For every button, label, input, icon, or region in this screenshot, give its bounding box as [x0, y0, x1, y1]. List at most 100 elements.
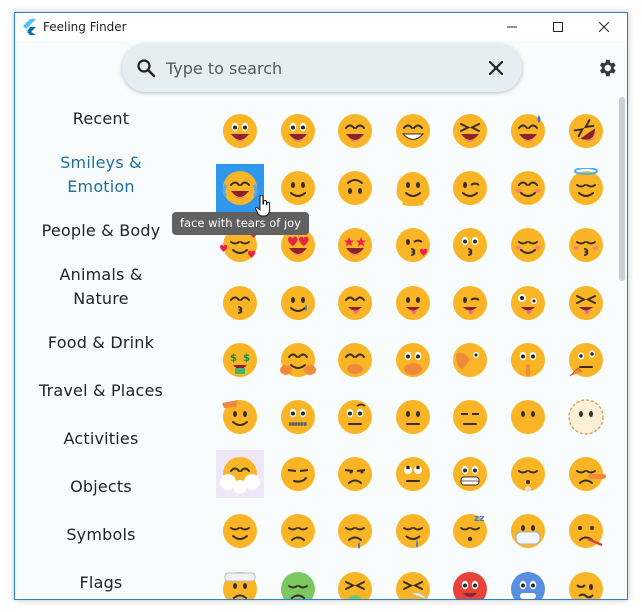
emoji-zany-face[interactable] [504, 279, 552, 327]
emoji-shushing-face[interactable] [504, 336, 552, 384]
emoji-smirking-face[interactable] [274, 450, 322, 498]
smirking-face-icon [280, 457, 315, 492]
emoji-dotted-line-face[interactable] [562, 393, 610, 441]
emoji-face-with-rolling-eyes[interactable] [389, 450, 437, 498]
emoji-woozy-face[interactable] [562, 565, 610, 599]
emoji-winking-face[interactable] [446, 164, 494, 212]
emoji-kissing-face-closed-eyes[interactable] [562, 221, 610, 269]
nauseated-face-icon [280, 571, 315, 599]
expressionless-face-icon [453, 400, 488, 434]
emoji-face-without-mouth[interactable] [504, 393, 552, 441]
category-food-drink[interactable]: Food & Drink [15, 331, 187, 355]
emoji-face-with-head-bandage[interactable] [216, 565, 264, 599]
minimize-icon [507, 26, 517, 28]
emoji-face-with-hand-over-mouth[interactable] [331, 336, 379, 384]
svg-text:$: $ [243, 353, 250, 364]
emoji-face-savoring-food[interactable] [331, 279, 379, 327]
category-symbols[interactable]: Symbols [15, 523, 187, 547]
emoji-smiling-face-open-hands[interactable] [274, 336, 322, 384]
category-flags[interactable]: Flags [15, 571, 187, 595]
emoji-lying-face[interactable] [562, 450, 610, 498]
grimacing-face-icon [453, 457, 488, 492]
emoji-star-struck[interactable] [331, 221, 379, 269]
category-animals-nature[interactable]: Animals & Nature [15, 263, 187, 311]
face-without-mouth-icon [511, 400, 545, 434]
emoji-pensive-face[interactable] [274, 507, 322, 555]
emoji-relieved-face[interactable] [216, 507, 264, 555]
emoji-expressionless-face[interactable] [446, 393, 494, 441]
sneezing-face-icon [395, 571, 430, 599]
search-input[interactable] [166, 53, 476, 83]
emoji-winking-face-with-tongue[interactable] [446, 279, 494, 327]
emoji-smiling-face-smiling-eyes[interactable] [504, 164, 552, 212]
shushing-face-icon [511, 342, 545, 377]
emoji-kissing-face-smiling-eyes[interactable] [216, 279, 264, 327]
emoji-neutral-face[interactable] [389, 393, 437, 441]
emoji-smiling-face[interactable] [504, 221, 552, 269]
category-smileys-emotion[interactable]: Smileys & Emotion [15, 151, 187, 199]
emoji-grinning-face-smiling-eyes[interactable] [331, 107, 379, 155]
woozy-face-icon [568, 571, 603, 599]
emoji-sleepy-face[interactable] [331, 507, 379, 555]
emoji-cold-face[interactable] [504, 565, 552, 599]
emoji-face-with-medical-mask[interactable] [504, 507, 552, 555]
emoji-grinning-squinting-face[interactable] [446, 107, 494, 155]
smiling-face-open-hands-icon [279, 342, 316, 377]
emoji-face-exhaling[interactable] [504, 450, 552, 498]
emoji-unamused-face[interactable] [331, 450, 379, 498]
emoji-drooling-face[interactable] [389, 507, 437, 555]
clear-search-button[interactable] [476, 48, 516, 88]
dotted-line-face-icon [567, 399, 604, 435]
emoji-face-in-clouds[interactable] [216, 450, 264, 499]
settings-button[interactable] [593, 54, 621, 82]
emoji-face-with-peeking-eye[interactable] [446, 336, 494, 384]
emoji-upside-down-face[interactable] [331, 164, 379, 212]
emoji-face-open-eyes-hand-over-mouth[interactable] [389, 336, 437, 384]
gear-icon [599, 59, 616, 77]
emoji-nauseated-face[interactable] [274, 565, 322, 599]
scrollbar-thumb[interactable] [619, 97, 625, 281]
hand-cursor-icon [255, 195, 271, 217]
close-window-button[interactable] [581, 13, 627, 41]
emoji-beaming-face[interactable] [389, 107, 437, 155]
category-people-body[interactable]: People & Body [15, 219, 187, 243]
emoji-squinting-face-with-tongue[interactable] [562, 279, 610, 327]
emoji-face-with-tongue[interactable] [389, 279, 437, 327]
face-savoring-food-icon [338, 285, 373, 320]
emoji-face-with-thermometer[interactable] [562, 507, 610, 555]
emoji-slightly-smiling-face[interactable] [274, 164, 322, 212]
maximize-button[interactable] [535, 13, 581, 41]
emoji-saluting-face[interactable] [216, 393, 264, 441]
face-with-hand-over-mouth-icon [338, 342, 373, 377]
saluting-face-icon [222, 400, 257, 434]
smiling-face-smiling-eyes-icon [511, 171, 545, 206]
emoji-face-blowing-a-kiss[interactable] [389, 221, 437, 269]
unamused-face-icon [338, 457, 373, 492]
emoji-grinning-face[interactable] [216, 107, 264, 155]
emoji-sleeping-face[interactable]: zz [446, 507, 494, 555]
emoji-grinning-face-sweat[interactable] [504, 107, 552, 155]
emoji-melting-face[interactable] [389, 164, 437, 212]
emoji-rolling-on-the-floor-laughing[interactable] [562, 107, 610, 155]
minimize-button[interactable] [489, 13, 535, 41]
category-sidebar: Recent Smileys & Emotion People & Body A… [15, 97, 187, 599]
emoji-grinning-face-big-eyes[interactable] [274, 107, 322, 155]
kissing-face-icon [453, 228, 488, 263]
emoji-grimacing-face[interactable] [446, 450, 494, 498]
emoji-thinking-face[interactable] [562, 336, 610, 384]
emoji-smiling-face-with-halo[interactable] [562, 164, 610, 212]
category-objects[interactable]: Objects [15, 475, 187, 499]
emoji-money-mouth-face[interactable]: $ $ [216, 336, 264, 384]
emoji-hot-face[interactable] [446, 565, 494, 599]
emoji-zipper-mouth-face[interactable] [274, 393, 322, 441]
emoji-kissing-face[interactable] [446, 221, 494, 269]
relieved-face-icon [223, 514, 257, 549]
emoji-face-raised-eyebrow[interactable] [331, 393, 379, 441]
category-activities[interactable]: Activities [15, 427, 187, 451]
emoji-sneezing-face[interactable] [389, 565, 437, 599]
emoji-vomiting-face[interactable] [331, 565, 379, 599]
emoji-smiling-face-with-tear[interactable] [274, 279, 322, 327]
category-recent[interactable]: Recent [15, 107, 187, 131]
category-travel-places[interactable]: Travel & Places [15, 379, 187, 403]
vomiting-face-icon [338, 571, 373, 599]
